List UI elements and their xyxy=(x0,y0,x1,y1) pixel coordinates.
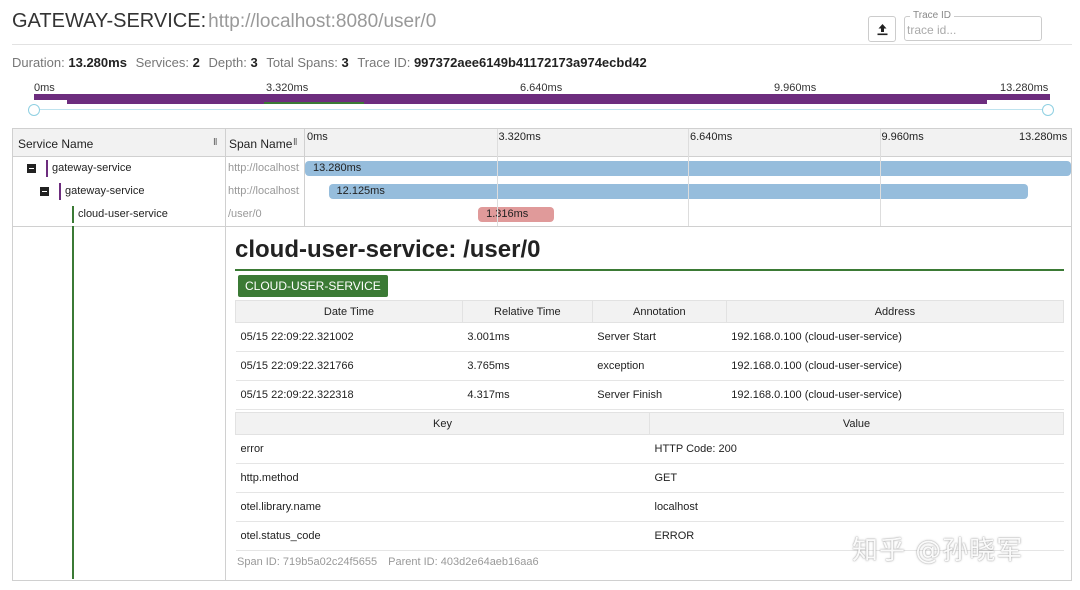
annotation-cell: 192.168.0.100 (cloud-user-service) xyxy=(726,351,1064,381)
timeline-tick-label: 6.640ms xyxy=(690,131,733,143)
service-color-bar xyxy=(72,226,74,579)
span-name: http://localhost:8080/user/0 xyxy=(228,185,300,197)
annotations-table: Date Time Relative Time Annotation Address 0… xyxy=(235,300,1065,410)
annotation-row: 05/15 22:09:22.321766 3.765ms exception 192… xyxy=(235,351,1064,381)
annotation-cell: exception xyxy=(592,351,727,381)
annotation-column-header: Date Time xyxy=(235,300,463,323)
timeline-grid-line xyxy=(496,129,498,226)
service-badge: CLOUD-USER-SERVICE xyxy=(238,275,388,297)
tag-key: error xyxy=(235,434,650,464)
annotation-cell: 3.765ms xyxy=(462,351,593,381)
span-row[interactable]: gateway-service http://localhost:8080/use… xyxy=(13,157,1071,180)
minimap-span-bar xyxy=(263,102,365,104)
span-detail-title: cloud-user-service: /user/0 xyxy=(235,236,541,263)
tag-value: GET xyxy=(649,463,1064,493)
minimap-tick-label: 6.640ms xyxy=(520,82,563,94)
span-ids: Span ID: 719b5a02c24f5655 Parent ID: 403… xyxy=(237,556,539,568)
span-name-column-header[interactable]: Span Name xyxy=(229,129,292,157)
trace-stats: Duration: 13.280ms Services: 2 Depth: 3 … xyxy=(12,55,647,70)
span-name: http://localhost:8080/user/0 xyxy=(228,162,300,174)
minimap-tick-label: 13.280ms xyxy=(1000,82,1049,94)
tag-value: localhost xyxy=(649,492,1064,522)
span-duration-bar[interactable]: 1.316ms xyxy=(478,207,554,222)
upload-button[interactable] xyxy=(868,16,896,42)
trace-timeline-table: Service Name II Span Name II 0ms 3.320ms 6… xyxy=(12,128,1072,581)
annotation-cell: Server Finish xyxy=(592,380,727,410)
annotation-cell: 05/15 22:09:22.321766 xyxy=(235,351,463,381)
timeline-minimap[interactable]: 0ms 3.320ms 6.640ms 9.960ms 13.280ms xyxy=(12,80,1072,120)
annotation-row: 05/15 22:09:22.321002 3.001ms Server Start… xyxy=(235,322,1064,352)
minimap-start-handle[interactable] xyxy=(28,104,40,116)
minimap-span-bar xyxy=(67,98,987,104)
tag-row: otel.library.name localhost xyxy=(235,492,1064,522)
collapse-icon[interactable] xyxy=(40,187,49,196)
service-color-marker xyxy=(72,206,74,223)
span-row[interactable]: cloud-user-service/user/0 1.316ms xyxy=(13,203,1071,226)
services-value: 2 xyxy=(192,55,200,70)
timeline-tick-label: 0ms xyxy=(307,131,328,143)
service-name-column-header[interactable]: Service Name xyxy=(18,129,93,157)
parent-id-value: 403d2e64aeb16aa6 xyxy=(440,556,539,568)
detail-tree-gutter xyxy=(13,226,225,581)
timeline-grid-line xyxy=(879,129,881,226)
timeline-tick-label: 3.320ms xyxy=(498,131,541,143)
duration-value: 13.280ms xyxy=(68,55,127,70)
watermark: 知乎 @孙晓军 xyxy=(852,536,1024,566)
service-name: gateway-service xyxy=(65,185,145,197)
tag-row: http.method GET xyxy=(235,463,1064,493)
trace-id-value: 997372aee6149b41172173a974ecbd42 xyxy=(413,55,647,70)
annotation-cell: 4.317ms xyxy=(462,380,593,410)
minimap-tick-label: 3.320ms xyxy=(266,82,309,94)
span-id-value: 719b5a02c24f5655 xyxy=(282,556,378,568)
annotation-column-header: Annotation xyxy=(591,300,727,323)
service-name: gateway-service xyxy=(52,162,132,174)
upload-icon xyxy=(877,23,887,35)
span-detail-panel: cloud-user-service: /user/0 CLOUD-USER-S… xyxy=(225,226,1072,581)
service-color-marker xyxy=(46,160,48,177)
service-name: cloud-user-service xyxy=(78,208,168,220)
tag-value: HTTP Code: 200 xyxy=(649,434,1064,464)
annotation-cell: 192.168.0.100 (cloud-user-service) xyxy=(726,322,1064,352)
service-color-marker xyxy=(59,183,61,200)
service-color-rule xyxy=(235,269,1064,271)
tag-key: otel.library.name xyxy=(235,492,650,522)
annotation-cell: 05/15 22:09:22.321002 xyxy=(235,322,463,352)
depth-value: 3 xyxy=(250,55,258,70)
timeline-tick-label: 13.280ms xyxy=(1019,131,1068,143)
tag-column-header: Key xyxy=(235,412,650,435)
collapse-icon[interactable] xyxy=(27,164,36,173)
span-duration-bar[interactable]: 12.125ms xyxy=(328,184,1028,199)
header-divider xyxy=(12,44,1072,45)
timeline-grid-line xyxy=(688,129,689,226)
trace-id-input[interactable] xyxy=(905,20,1041,40)
page-header: GATEWAY-SERVICE: http://localhost:8080/u… xyxy=(12,10,436,38)
annotation-cell: Server Start xyxy=(592,322,727,352)
minimap-tick-label: 9.960ms xyxy=(774,82,817,94)
column-resize-handle[interactable]: II xyxy=(293,137,297,148)
timeline-tick-label: 9.960ms xyxy=(881,131,924,143)
trace-url-title: http://localhost:8080/user/0 xyxy=(208,11,437,32)
trace-service-title: GATEWAY-SERVICE: xyxy=(12,10,207,32)
annotation-column-header: Address xyxy=(725,300,1065,323)
timeline-header: Service Name II Span Name II 0ms 3.320ms 6… xyxy=(13,129,1071,157)
minimap-end-handle[interactable] xyxy=(1042,104,1054,116)
tag-key: otel.status_code xyxy=(235,521,650,551)
column-resize-handle[interactable]: II xyxy=(213,137,217,148)
annotation-cell: 192.168.0.100 (cloud-user-service) xyxy=(726,380,1064,410)
annotation-column-header: Relative Time xyxy=(461,300,593,323)
span-name: /user/0 xyxy=(228,208,262,220)
span-row[interactable]: gateway-service http://localhost:8080/use… xyxy=(13,180,1071,203)
tag-key: http.method xyxy=(235,463,650,493)
minimap-track xyxy=(34,109,1050,110)
annotation-row: 05/15 22:09:22.322318 4.317ms Server Finis… xyxy=(235,380,1064,410)
tag-row: error HTTP Code: 200 xyxy=(235,434,1064,464)
spans-value: 3 xyxy=(341,55,349,70)
trace-id-label: Trace ID xyxy=(910,10,954,21)
tag-column-header: Value xyxy=(649,412,1064,435)
annotation-cell: 05/15 22:09:22.322318 xyxy=(235,380,463,410)
annotation-cell: 3.001ms xyxy=(462,322,593,352)
minimap-tick-label: 0ms xyxy=(34,82,55,94)
